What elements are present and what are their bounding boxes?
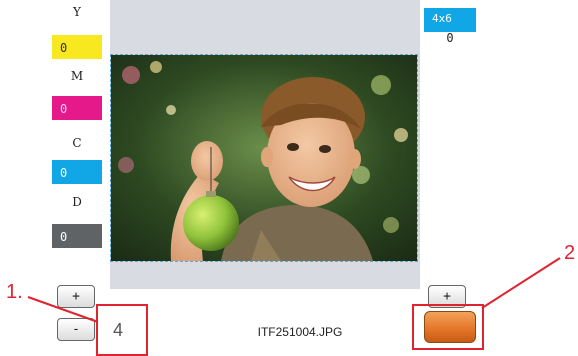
leader-line-2 xyxy=(481,257,561,309)
leader-line-1 xyxy=(27,296,99,323)
callout-leader-lines xyxy=(27,257,561,323)
